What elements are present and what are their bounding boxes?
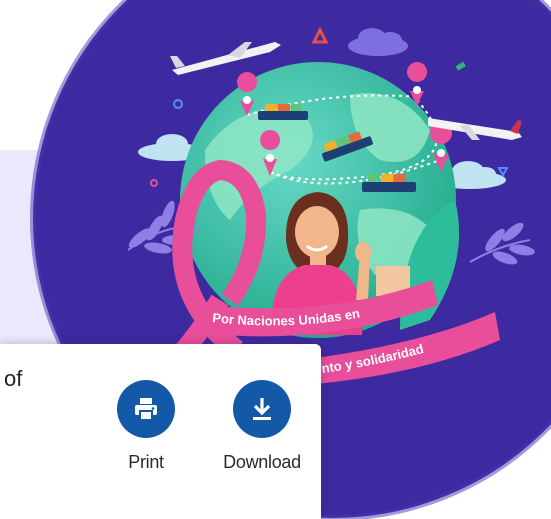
cargo-ship-icon [258,104,308,120]
print-label[interactable]: Print [96,452,196,473]
print-action[interactable]: Print [96,380,196,473]
download-action[interactable]: Download [212,380,312,473]
download-label[interactable]: Download [212,452,312,473]
truncated-body-text: of [4,366,23,391]
download-icon [253,398,271,420]
print-button[interactable] [117,380,175,438]
printer-icon [135,398,157,421]
download-button[interactable] [233,380,291,438]
